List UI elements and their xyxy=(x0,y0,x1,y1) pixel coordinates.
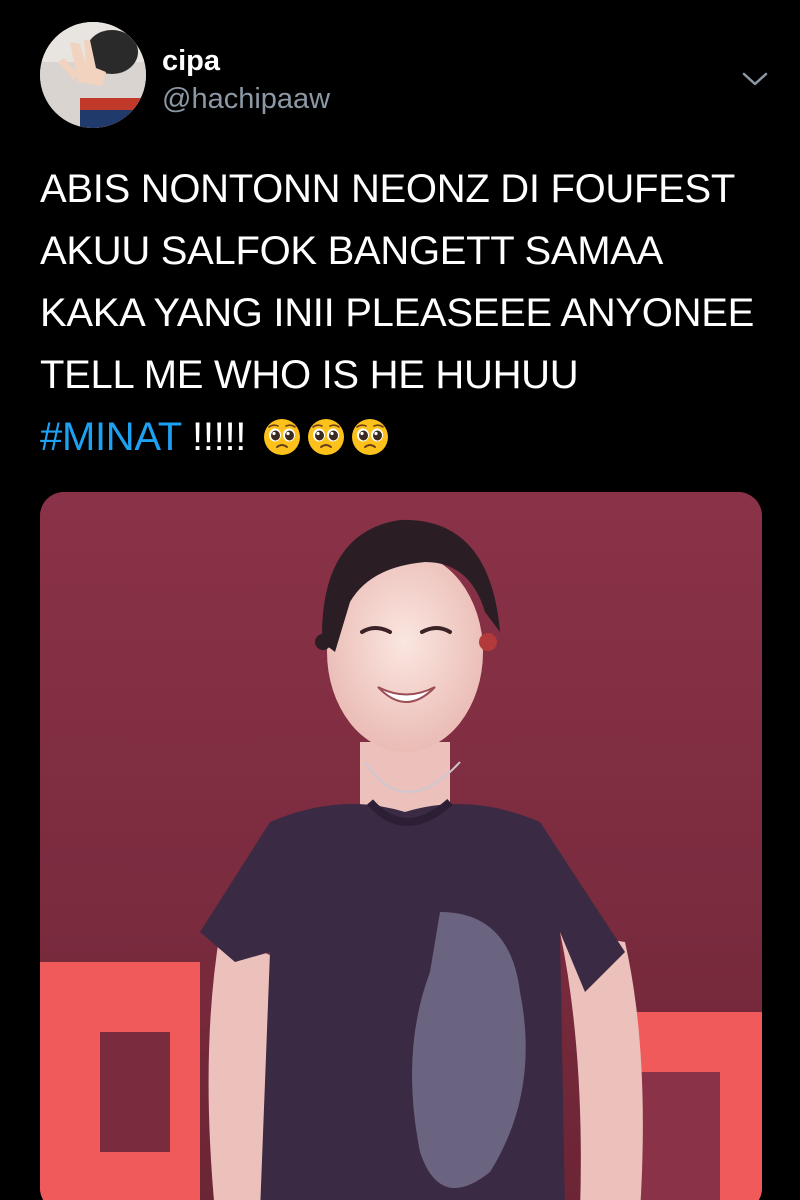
display-name[interactable]: cipa xyxy=(162,44,330,78)
tweet-text-line: KAKA YANG INII PLEASEEE ANYONEE xyxy=(40,291,754,335)
pleading-face-emoji xyxy=(263,419,300,455)
pleading-face-emoji xyxy=(351,419,388,455)
avatar[interactable] xyxy=(40,22,146,128)
tweet-text: ABIS NONTONN NEONZ DI FOUFEST AKUU SALFO… xyxy=(40,158,780,468)
user-handle[interactable]: @hachipaaw xyxy=(162,82,330,116)
chevron-down-icon[interactable] xyxy=(740,64,770,94)
tweet-text-last-line: #MINAT !!!!! xyxy=(40,406,780,468)
author-info: cipa @hachipaaw xyxy=(162,44,330,116)
tweet-header: cipa @hachipaaw xyxy=(40,22,770,132)
hashtag-link[interactable]: #MINAT xyxy=(40,415,182,459)
exclamation-text: !!!!! xyxy=(181,415,247,459)
tweet-text-line: AKUU SALFOK BANGETT SAMAA xyxy=(40,229,664,273)
tweet-text-line: ABIS NONTONN NEONZ DI FOUFEST xyxy=(40,167,736,211)
tweet: cipa @hachipaaw ABIS NONTONN NEONZ DI FO… xyxy=(0,0,800,1200)
tweet-text-line: TELL ME WHO IS HE HUHUU xyxy=(40,353,579,397)
avatar-image xyxy=(40,22,146,128)
tweet-photo[interactable] xyxy=(40,492,762,1200)
pleading-face-emoji xyxy=(307,419,344,455)
concert-photo xyxy=(40,492,762,1200)
